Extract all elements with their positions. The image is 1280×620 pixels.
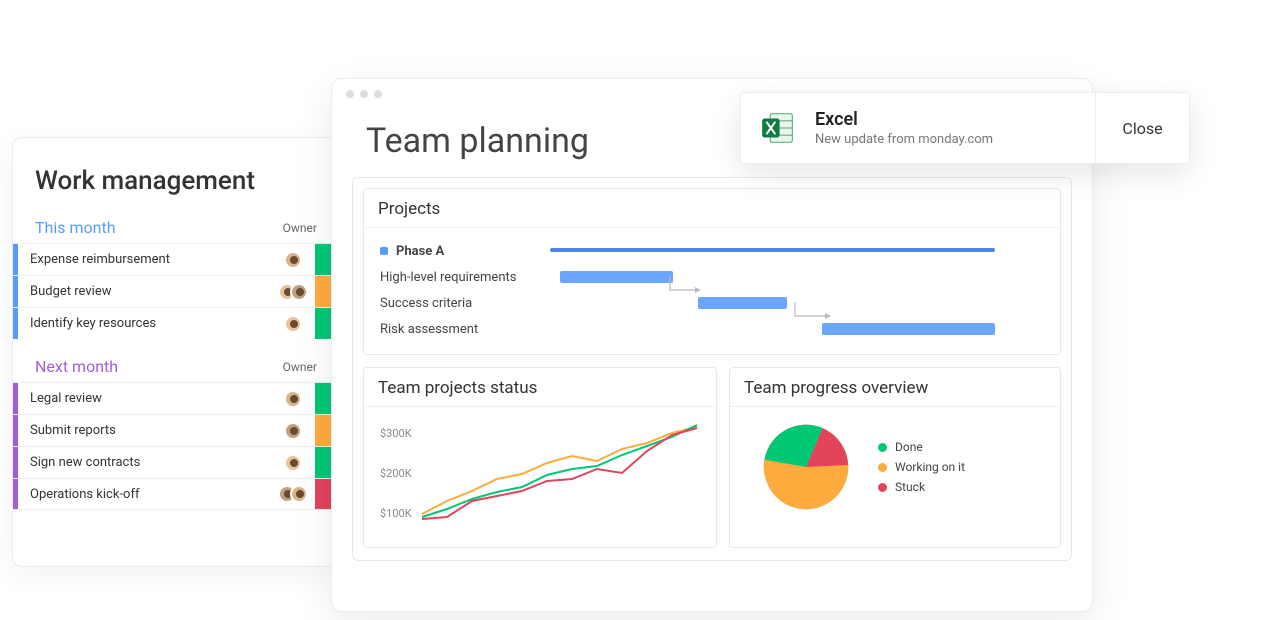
task-row[interactable]: Budget review — [13, 275, 335, 307]
gantt-row[interactable]: Success criteria — [380, 290, 1044, 316]
status-chart-title: Team projects status — [364, 368, 716, 407]
avatar-icon — [284, 422, 302, 440]
gantt-bar[interactable] — [560, 271, 674, 283]
group-header-this-month[interactable]: This month Owner — [13, 214, 335, 243]
projects-title: Projects — [364, 189, 1060, 228]
task-label: Legal review — [18, 391, 271, 406]
owner-header: Owner — [283, 360, 317, 374]
ytick: $100K — [380, 507, 412, 520]
legend-item: Working on it — [878, 460, 965, 474]
gantt-row[interactable]: High-level requirements — [380, 264, 1044, 290]
task-row[interactable]: Sign new contracts — [13, 446, 335, 478]
task-row[interactable]: Submit reports — [13, 414, 335, 446]
task-row[interactable]: Operations kick-off — [13, 478, 335, 510]
owner-cell[interactable] — [271, 283, 315, 301]
legend-dot-icon — [878, 463, 887, 472]
task-label: Budget review — [18, 284, 271, 299]
gantt-bar[interactable] — [698, 297, 787, 309]
task-label: Submit reports — [18, 423, 271, 438]
owner-cell[interactable] — [271, 390, 315, 408]
phase-row[interactable]: Phase A — [380, 238, 1044, 264]
legend-dot-icon — [878, 443, 887, 452]
avatar-icon — [284, 315, 302, 333]
owner-cell[interactable] — [271, 315, 315, 333]
group-name: This month — [35, 218, 116, 237]
owner-cell[interactable] — [271, 251, 315, 269]
owner-cell[interactable] — [271, 422, 315, 440]
bullet-icon — [380, 247, 388, 255]
notification-toast: Excel New update from monday.com Close — [740, 92, 1190, 164]
status-line-chart: $300K $200K $100K — [380, 419, 700, 529]
owner-header: Owner — [283, 221, 317, 235]
owner-cell[interactable] — [271, 485, 315, 503]
gantt-task-label: Risk assessment — [380, 322, 550, 337]
group-header-next-month[interactable]: Next month Owner — [13, 353, 335, 382]
owner-cell[interactable] — [271, 454, 315, 472]
avatar-icon — [290, 283, 308, 301]
progress-widget: Team progress overview — [729, 367, 1061, 548]
work-management-panel: Work management This month Owner Expense… — [12, 137, 336, 567]
legend-item: Done — [878, 440, 965, 454]
avatar-icon — [284, 251, 302, 269]
avatar-icon — [290, 485, 308, 503]
task-label: Identify key resources — [18, 316, 271, 331]
status-chart-widget: Team projects status $300K $200K $100K — [363, 367, 717, 548]
task-row[interactable]: Expense reimbursement — [13, 243, 335, 275]
gantt-task-label: Success criteria — [380, 296, 550, 311]
progress-title: Team progress overview — [730, 368, 1060, 407]
gantt-bar[interactable] — [822, 323, 995, 335]
task-label: Operations kick-off — [18, 487, 271, 502]
ytick: $300K — [380, 427, 412, 440]
ytick: $200K — [380, 467, 412, 480]
phase-label: Phase A — [396, 244, 444, 259]
group-name: Next month — [35, 357, 118, 376]
dashboard-body: Projects Phase A High-level requirements… — [352, 177, 1072, 561]
excel-icon — [741, 109, 815, 147]
gantt-task-label: High-level requirements — [380, 270, 550, 285]
projects-widget: Projects Phase A High-level requirements… — [363, 188, 1061, 355]
close-button[interactable]: Close — [1095, 93, 1189, 163]
pie-legend: Done Working on it Stuck — [878, 434, 965, 500]
work-management-title: Work management — [13, 138, 335, 214]
toast-title: Excel — [815, 109, 1095, 130]
task-row[interactable]: Identify key resources — [13, 307, 335, 339]
toast-message: New update from monday.com — [815, 132, 1095, 147]
task-label: Expense reimbursement — [18, 252, 271, 267]
legend-item: Stuck — [878, 480, 965, 494]
avatar-icon — [284, 390, 302, 408]
task-label: Sign new contracts — [18, 455, 271, 470]
task-row[interactable]: Legal review — [13, 382, 335, 414]
legend-dot-icon — [878, 483, 887, 492]
progress-pie-chart — [758, 419, 854, 515]
gantt-row[interactable]: Risk assessment — [380, 316, 1044, 342]
window-controls[interactable] — [346, 90, 382, 98]
avatar-icon — [284, 454, 302, 472]
